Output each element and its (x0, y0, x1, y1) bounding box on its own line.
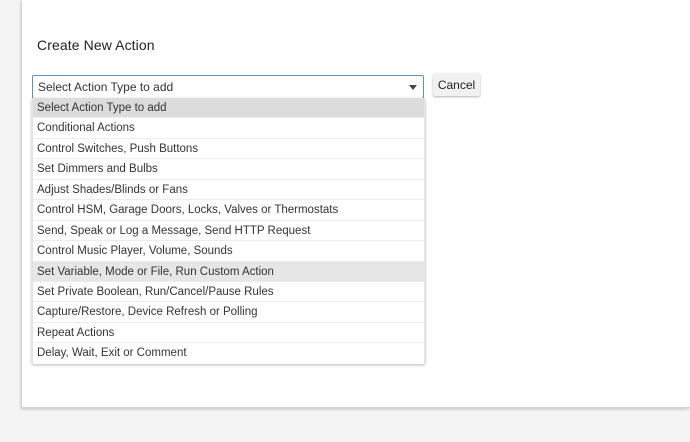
action-type-select[interactable]: Select Action Type to add (32, 75, 424, 99)
dropdown-option[interactable]: Set Private Boolean, Run/Cancel/Pause Ru… (33, 282, 424, 303)
dropdown-option[interactable]: Set Dimmers and Bulbs (33, 159, 424, 180)
action-type-dropdown-list: Select Action Type to add Conditional Ac… (32, 98, 425, 364)
chevron-down-icon[interactable] (409, 85, 417, 90)
dropdown-option[interactable]: Conditional Actions (33, 118, 424, 139)
page-title: Create New Action (37, 37, 155, 53)
action-type-select-value: Select Action Type to add (38, 80, 174, 94)
dropdown-option[interactable]: Control Switches, Push Buttons (33, 139, 424, 160)
dropdown-option[interactable]: Control Music Player, Volume, Sounds (33, 241, 424, 262)
dropdown-option[interactable]: Set Variable, Mode or File, Run Custom A… (33, 261, 424, 282)
dropdown-option[interactable]: Repeat Actions (33, 323, 424, 344)
dropdown-option[interactable]: Adjust Shades/Blinds or Fans (33, 180, 424, 201)
dropdown-option[interactable]: Capture/Restore, Device Refresh or Polli… (33, 302, 424, 323)
dropdown-option[interactable]: Select Action Type to add (33, 98, 424, 119)
dropdown-option[interactable]: Send, Speak or Log a Message, Send HTTP … (33, 221, 424, 242)
dropdown-option[interactable]: Control HSM, Garage Doors, Locks, Valves… (33, 200, 424, 221)
cancel-button[interactable]: Cancel (433, 73, 480, 96)
dropdown-option[interactable]: Delay, Wait, Exit or Comment (33, 343, 424, 363)
